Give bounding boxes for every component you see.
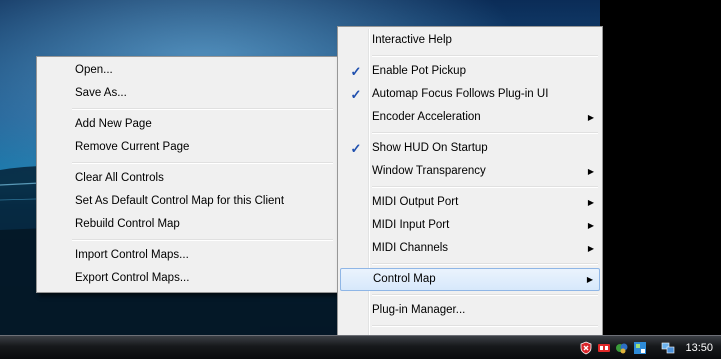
menu-item-label: Control Map [373,273,436,285]
menu-separator [372,132,598,134]
menu-item-clear-all-controls[interactable]: Clear All Controls [39,167,335,190]
menu-separator [372,263,598,265]
checkmark-icon: ✓ [350,141,362,156]
menu-item-control-map[interactable]: Control Map ▶ [340,268,600,291]
menu-item-label: Encoder Acceleration [372,111,481,123]
menu-item-show-hud-on-startup[interactable]: ✓ Show HUD On Startup [340,137,600,160]
menu-item-label: MIDI Output Port [372,196,459,208]
menu-item-midi-channels[interactable]: MIDI Channels ▶ [340,237,600,260]
menu-item-label: MIDI Channels [372,242,449,254]
menu-item-label: Set As Default Control Map for this Clie… [75,195,285,207]
menu-item-label: MIDI Input Port [372,219,450,231]
menu-item-rebuild-control-map[interactable]: Rebuild Control Map [39,213,335,236]
menu-item-interactive-help[interactable]: Interactive Help [340,29,600,52]
menu-item-open[interactable]: Open... [39,59,335,82]
submenu-arrow-icon: ▶ [586,275,593,284]
menu-item-label: Import Control Maps... [75,249,189,261]
network-connection-icon[interactable] [661,341,675,355]
menu-separator [372,55,598,57]
menu-item-label: Plug-in Manager... [372,304,466,316]
submenu-arrow-icon: ▶ [587,167,594,176]
menu-separator [72,162,333,164]
taskbar: 13:50 [0,335,721,359]
menu-separator [72,239,333,241]
menu-item-label: Window Transparency [372,165,486,177]
menu-item-label: Open... [75,64,113,76]
menu-item-label: Automap Focus Follows Plug-in UI [372,88,549,100]
menu-item-encoder-acceleration[interactable]: Encoder Acceleration ▶ [340,106,600,129]
menu-item-midi-output-port[interactable]: MIDI Output Port ▶ [340,191,600,214]
menu-separator [372,294,598,296]
menu-item-window-transparency[interactable]: Window Transparency ▶ [340,160,600,183]
menu-item-save-as[interactable]: Save As... [39,82,335,105]
submenu-arrow-icon: ▶ [587,244,594,253]
taskbar-clock[interactable]: 13:50 [685,342,713,354]
checkmark-icon: ✓ [350,64,362,79]
menu-item-automap-focus-follows[interactable]: ✓ Automap Focus Follows Plug-in UI [340,83,600,106]
submenu-arrow-icon: ▶ [587,198,594,207]
menu-item-label: Export Control Maps... [75,272,190,284]
menu-item-set-default-control-map[interactable]: Set As Default Control Map for this Clie… [39,190,335,213]
menu-item-plugin-manager[interactable]: Plug-in Manager... [340,299,600,322]
menu-separator [372,325,598,327]
menu-item-remove-current-page[interactable]: Remove Current Page [39,136,335,159]
menu-item-label: Add New Page [75,118,152,130]
menu-separator [372,186,598,188]
network-status-icon[interactable] [615,341,629,355]
menu-item-enable-pot-pickup[interactable]: ✓ Enable Pot Pickup [340,60,600,83]
menu-item-add-new-page[interactable]: Add New Page [39,113,335,136]
menu-item-midi-input-port[interactable]: MIDI Input Port ▶ [340,214,600,237]
menu-item-label: Rebuild Control Map [75,218,180,230]
submenu-arrow-icon: ▶ [587,113,594,122]
menu-item-label: Clear All Controls [75,172,164,184]
menu-item-label: Remove Current Page [75,141,190,153]
automap-context-menu: Interactive Help ✓ Enable Pot Pickup ✓ Autom… [337,26,603,356]
shield-alert-icon[interactable] [579,341,593,355]
control-map-submenu: Open... Save As... Add New Page Remove Curr… [36,56,338,293]
desktop-screen: Open... Save As... Add New Page Remove Curr… [0,0,721,359]
system-tray: 13:50 [579,336,721,359]
menu-separator [72,108,333,110]
menu-item-import-control-maps[interactable]: Import Control Maps... [39,244,335,267]
menu-item-label: Enable Pot Pickup [372,65,466,77]
submenu-arrow-icon: ▶ [587,221,594,230]
menu-item-label: Save As... [75,87,127,99]
automap-icon[interactable] [597,341,611,355]
checkmark-icon: ✓ [350,87,362,102]
menu-item-label: Show HUD On Startup [372,142,488,154]
app-tray-icon[interactable] [633,341,647,355]
menu-item-export-control-maps[interactable]: Export Control Maps... [39,267,335,290]
menu-item-label: Interactive Help [372,34,452,46]
